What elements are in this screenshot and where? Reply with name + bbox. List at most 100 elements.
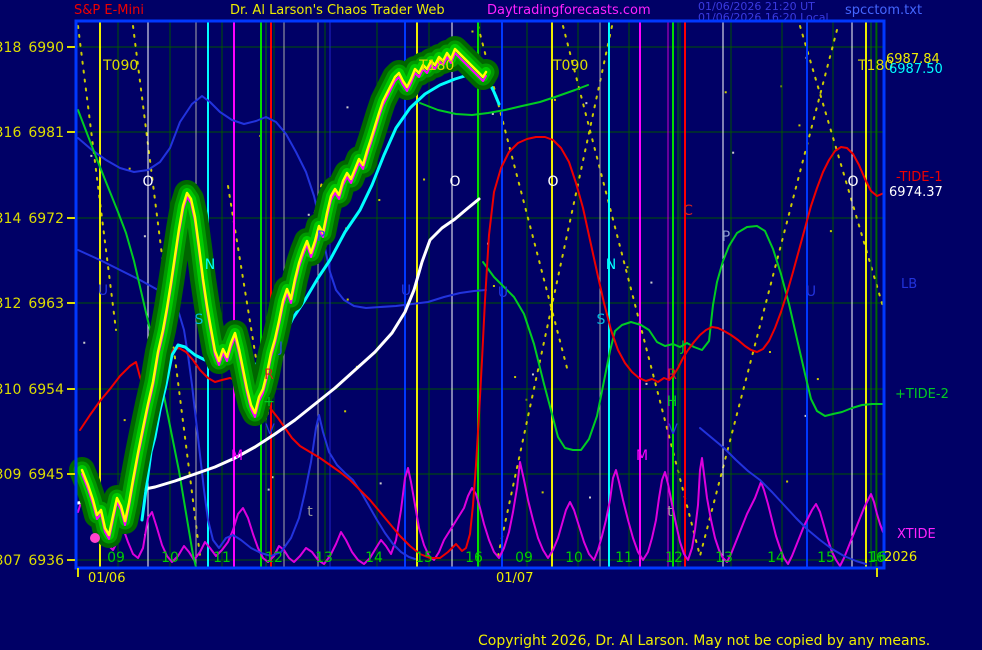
chart-letter-o: O [449, 174, 460, 190]
chart-letter-t090: T090 [102, 58, 138, 74]
hour-label: 11 [615, 550, 633, 566]
chart-letter-t: t [667, 504, 673, 520]
chart-letter-o: O [547, 174, 558, 190]
blue-day2 [700, 428, 866, 564]
hour-label: 13 [715, 550, 733, 566]
star-speck [90, 155, 92, 157]
y-axis-label: 318 6990 [0, 40, 64, 56]
blue-upper [78, 96, 486, 308]
hour-label: 14 [365, 550, 383, 566]
star-speck [554, 99, 556, 101]
chart-letter-o: O [847, 174, 858, 190]
chart-letter-j: J [680, 339, 685, 355]
chart-letter-t090: T090 [552, 58, 588, 74]
chart-letter-c: C [683, 203, 693, 219]
star-speck [650, 282, 652, 284]
hour-label: 16 [465, 550, 483, 566]
star-speck [798, 124, 800, 126]
chart-letter-+: + [263, 394, 275, 410]
price-chart-canvas[interactable]: 318 6990 316 6981 314 6972 312 6963 310 6954… [0, 0, 982, 650]
chart-letter-h: H [667, 394, 678, 410]
chart-letter-v: V [265, 422, 275, 438]
star-speck [346, 106, 348, 108]
chart-letter-u: U [401, 283, 411, 299]
y-axis-label: 314 6972 [0, 211, 64, 227]
hour-label: 10 [161, 550, 179, 566]
chart-letter-t180: T180 [418, 58, 454, 74]
star-speck [380, 482, 382, 484]
chart-letter-p: P [722, 229, 730, 245]
entry-dot [90, 533, 100, 543]
chart-letter-r: R [667, 367, 677, 383]
chart-letter-m: M [636, 448, 648, 464]
star-speck [626, 266, 628, 268]
star-speck [308, 214, 310, 216]
hour-label: 13 [315, 550, 333, 566]
star-speck [769, 351, 771, 353]
chart-letter-u: U [498, 285, 508, 301]
star-speck [83, 342, 85, 344]
hour-label: 15 [817, 550, 835, 566]
hour-label: 09 [515, 550, 533, 566]
star-speck [423, 179, 425, 181]
xtide-label: XTIDE [897, 528, 936, 542]
star-speck [645, 383, 647, 385]
tide2-label: +TIDE-2 [895, 388, 949, 402]
tide1-value: 6974.37 [889, 186, 943, 200]
chart-letter-s: S [597, 312, 606, 328]
star-speck [129, 168, 131, 170]
chart-letter-r: R [264, 367, 274, 383]
copyright-notice: Copyright 2026, Dr. Al Larson. May not b… [478, 634, 930, 648]
star-speck [786, 481, 788, 483]
star-speck [725, 91, 727, 93]
star-speck [514, 376, 516, 378]
chart-letter-m: M [231, 448, 243, 464]
astro-dotted-x2 [498, 26, 612, 556]
star-speck [830, 230, 832, 232]
star-speck [471, 31, 473, 33]
hour-label: 12 [265, 550, 283, 566]
star-speck [268, 489, 270, 491]
y-axis-label: 312 6963 [0, 296, 64, 312]
star-speck [532, 373, 534, 375]
chart-letter-j: J [278, 340, 283, 356]
chart-letter-t: t [307, 504, 313, 520]
y-axis-label: 309 6945 [0, 467, 64, 483]
star-speck [732, 152, 734, 154]
star-speck [493, 285, 495, 287]
green-arc [420, 85, 588, 115]
star-speck [542, 491, 544, 493]
date-label-day2: 01/07 [496, 572, 533, 586]
year-label: 2026 [884, 551, 917, 565]
chart-letter-u: U [806, 284, 816, 300]
y-axis-label: 307 6936 [0, 553, 64, 569]
hour-label: 14 [767, 550, 785, 566]
chart-letter-n: N [606, 257, 616, 273]
star-speck [589, 497, 591, 499]
hour-label: 12 [665, 550, 683, 566]
chart-letter-p: P [317, 229, 325, 245]
lb-label: LB [901, 278, 917, 292]
chart-letter-n: N [205, 257, 215, 273]
chaos-trader-window: S&P E-Mini Dr. Al Larson's Chaos Trader … [0, 0, 982, 650]
star-speck [378, 199, 380, 201]
tide1-label: -TIDE-1 [896, 171, 942, 185]
chart-letter-o: O [142, 174, 153, 190]
hour-label: 10 [565, 550, 583, 566]
star-speck [124, 419, 126, 421]
chart-letter-v: V [668, 422, 678, 438]
star-speck [344, 410, 346, 412]
star-speck [347, 299, 349, 301]
hour-label: 11 [213, 550, 231, 566]
hour-label: 09 [107, 550, 125, 566]
chart-letter-u: U [98, 283, 108, 299]
date-label-day1: 01/06 [88, 572, 125, 586]
last-price-cyan: 6987.50 [889, 63, 943, 77]
hour-label: 15 [415, 550, 433, 566]
y-axis-label: 316 6981 [0, 125, 64, 141]
chart-letter-s: S [195, 312, 204, 328]
y-axis-label: 310 6954 [0, 382, 64, 398]
green-tide-right [483, 226, 883, 450]
star-speck [144, 235, 146, 237]
star-speck [585, 102, 587, 104]
